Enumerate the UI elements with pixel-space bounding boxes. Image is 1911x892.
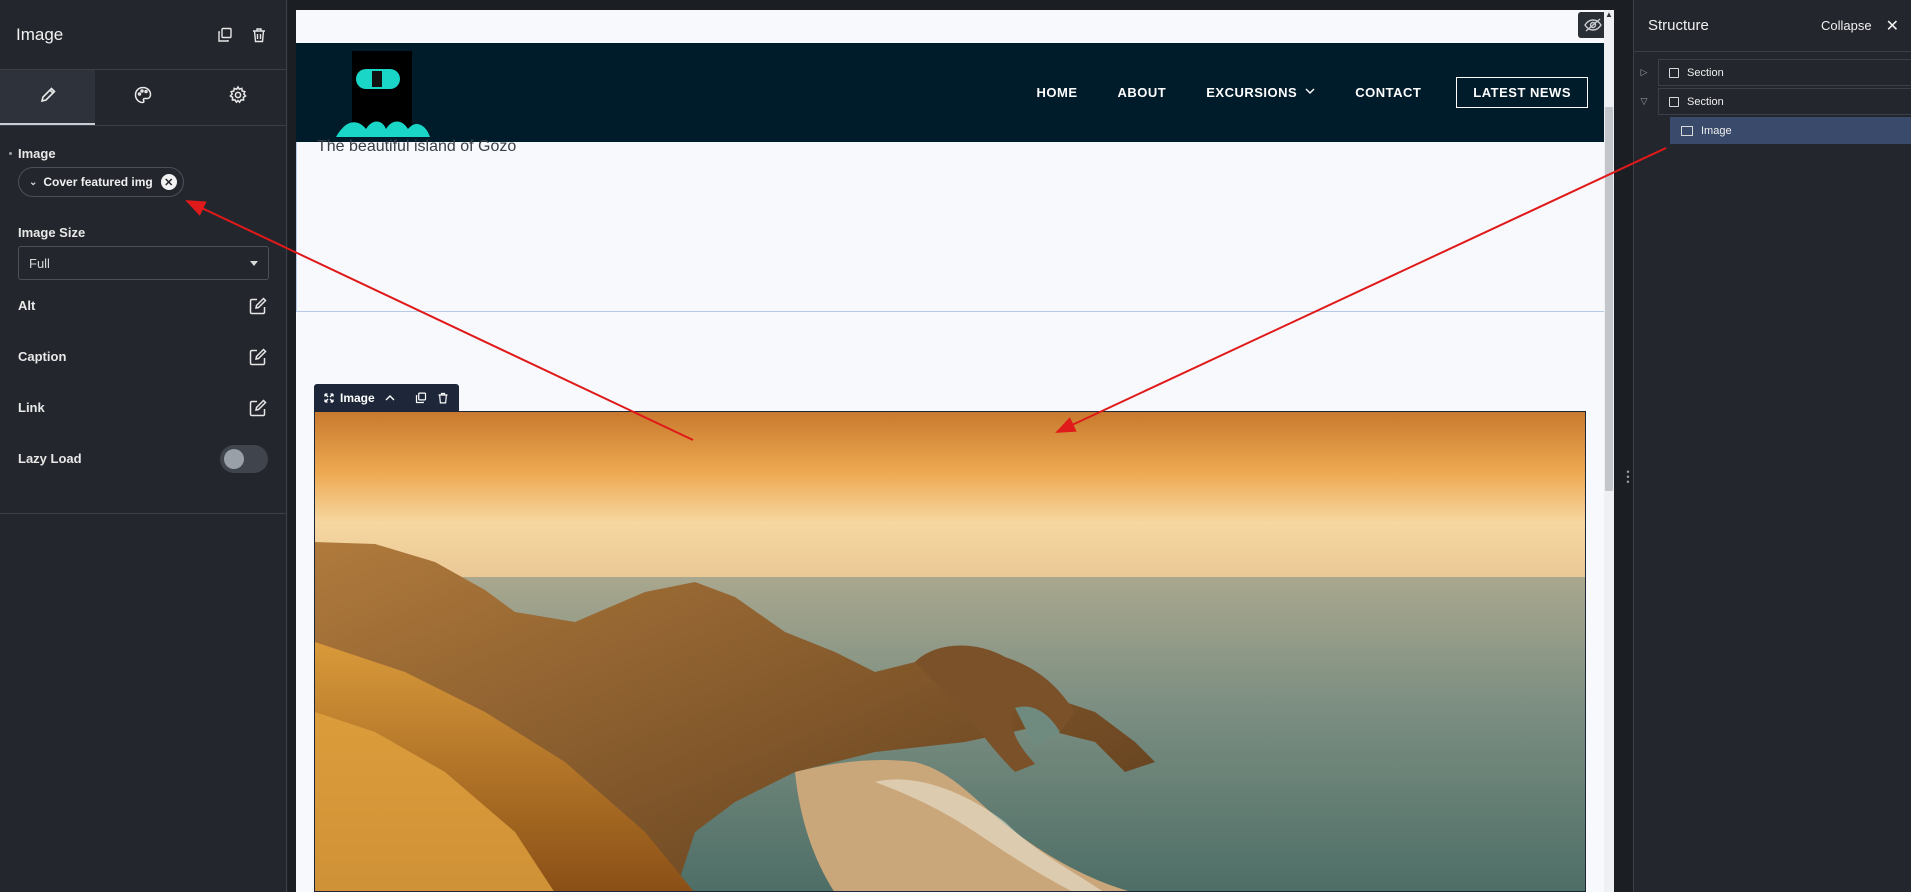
nav-excursions[interactable]: EXCURSIONS xyxy=(1206,85,1315,100)
caret-down-icon xyxy=(250,260,258,266)
scrollbar-thumb[interactable] xyxy=(1605,107,1613,491)
gear-icon xyxy=(228,85,248,110)
tree-item-box[interactable]: Section xyxy=(1658,88,1911,115)
link-label: Link xyxy=(18,400,45,415)
tree-item-image[interactable]: Image xyxy=(1634,116,1911,145)
trash-icon[interactable] xyxy=(248,24,270,46)
chevron-down-icon xyxy=(1305,87,1315,98)
section-icon xyxy=(1669,96,1679,107)
tree-item-box-selected[interactable]: Image xyxy=(1670,117,1911,144)
nav-excursions-label: EXCURSIONS xyxy=(1206,85,1298,100)
panel-title: Image xyxy=(16,24,64,44)
lazy-load-row: Lazy Load xyxy=(18,433,268,484)
scroll-up-icon[interactable]: ▲ xyxy=(1604,10,1614,24)
chevron-down-icon[interactable]: ⌄ xyxy=(29,177,37,188)
nav-home[interactable]: HOME xyxy=(1037,85,1078,100)
dynamic-image-chip[interactable]: ⌄ Cover featured img ✕ xyxy=(18,167,184,197)
collapse-button[interactable]: Collapse xyxy=(1821,18,1872,33)
tab-content[interactable] xyxy=(0,70,96,125)
image-element-toolbar: Image xyxy=(314,384,459,411)
toggle-knob xyxy=(224,448,244,469)
tree-item-section[interactable]: ▽ Section xyxy=(1634,87,1911,116)
hero-section[interactable]: The beautiful island of Gozo xyxy=(296,138,1606,312)
pencil-icon xyxy=(38,85,58,110)
site-logo[interactable] xyxy=(332,49,432,141)
tree-item-box[interactable]: Section xyxy=(1658,59,1911,86)
expand-arrow-icon[interactable]: ▷ xyxy=(1634,67,1654,78)
palette-icon xyxy=(133,85,153,110)
move-handle-icon[interactable] xyxy=(324,392,334,403)
structure-title: Structure xyxy=(1648,17,1709,34)
tree-item-section[interactable]: ▷ Section xyxy=(1634,58,1911,87)
structure-tree: ▷ Section ▽ Section Image xyxy=(1634,52,1911,145)
tree-item-label: Section xyxy=(1687,66,1724,79)
link-row: Link xyxy=(18,382,268,433)
image-size-select[interactable]: Full xyxy=(18,246,269,280)
settings-body: Image ⌄ Cover featured img ✕ Image Size … xyxy=(0,126,286,514)
preview-top-strip xyxy=(296,10,1614,43)
tab-advanced[interactable] xyxy=(191,70,286,125)
tab-style[interactable] xyxy=(95,70,190,125)
tree-item-label: Image xyxy=(1701,124,1732,137)
builder-canvas: HOME ABOUT EXCURSIONS CONTACT LATEST NEW… xyxy=(288,0,1633,892)
section-icon xyxy=(1669,67,1679,78)
edit-caption-icon[interactable] xyxy=(248,347,268,367)
nav-contact[interactable]: CONTACT xyxy=(1355,85,1421,100)
tree-item-label: Section xyxy=(1687,95,1724,108)
chevron-up-icon[interactable] xyxy=(385,394,395,401)
duplicate-icon[interactable] xyxy=(415,392,427,404)
collapse-arrow-icon[interactable]: ▽ xyxy=(1634,96,1654,107)
nav-about[interactable]: ABOUT xyxy=(1118,85,1167,100)
trash-icon[interactable] xyxy=(437,392,449,404)
structure-header: Structure Collapse ✕ xyxy=(1634,0,1911,52)
lazy-load-toggle[interactable] xyxy=(220,444,268,473)
edit-link-icon[interactable] xyxy=(248,398,268,418)
image-label: Image xyxy=(9,146,268,161)
image-icon xyxy=(1681,125,1693,136)
close-icon[interactable]: ✕ xyxy=(1886,16,1899,36)
settings-panel: Image Image ⌄ Cover featured img ✕ Image… xyxy=(0,0,287,892)
lazy-load-label: Lazy Load xyxy=(18,451,82,466)
page-preview: HOME ABOUT EXCURSIONS CONTACT LATEST NEW… xyxy=(296,10,1614,892)
image-size-label: Image Size xyxy=(18,225,86,240)
settings-header: Image xyxy=(0,0,286,70)
settings-tabs xyxy=(0,70,286,126)
hero-subtitle: The beautiful island of Gozo xyxy=(317,138,517,155)
app-root: Image Image ⌄ Cover featured img ✕ Image… xyxy=(0,0,1911,892)
remove-chip-icon[interactable]: ✕ xyxy=(160,174,177,190)
image-size-value: Full xyxy=(29,255,50,271)
caption-label: Caption xyxy=(18,349,67,364)
caption-row: Caption xyxy=(18,331,268,382)
site-header: HOME ABOUT EXCURSIONS CONTACT LATEST NEW… xyxy=(296,43,1606,142)
toolbar-element-label[interactable]: Image xyxy=(340,391,375,405)
main-nav: HOME ABOUT EXCURSIONS CONTACT LATEST NEW… xyxy=(997,77,1588,108)
structure-panel: Structure Collapse ✕ ▷ Section ▽ Section xyxy=(1633,0,1911,892)
duplicate-icon[interactable] xyxy=(214,24,236,46)
alt-row: Alt xyxy=(18,280,268,331)
chip-label: Cover featured img xyxy=(43,175,153,189)
latest-news-button[interactable]: LATEST NEWS xyxy=(1456,77,1588,108)
panel-resize-handle[interactable]: • • • xyxy=(1624,468,1632,488)
image-size-block: Image Size Full xyxy=(18,225,269,280)
alt-label: Alt xyxy=(18,298,36,313)
edit-alt-icon[interactable] xyxy=(248,296,268,316)
canvas-scrollbar[interactable]: ▲ xyxy=(1604,10,1614,892)
coastline-arch-image[interactable] xyxy=(314,411,1586,892)
